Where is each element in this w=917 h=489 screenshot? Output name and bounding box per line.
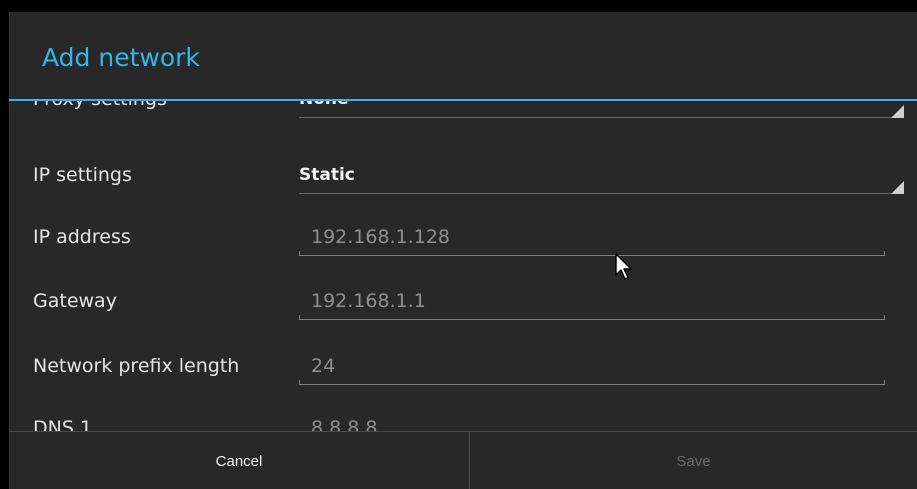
ip-settings-spinner[interactable]: Static bbox=[299, 164, 904, 194]
settings-scroll-area[interactable]: Proxy settings None IP settings Static I bbox=[9, 101, 917, 431]
dns-1-field[interactable]: 8.8.8.8 bbox=[299, 417, 885, 431]
ip-address-value: 192.168.1.128 bbox=[311, 226, 451, 248]
add-network-dialog: Add network Proxy settings None IP setti… bbox=[9, 12, 917, 489]
field-underline bbox=[299, 384, 885, 385]
proxy-settings-spinner[interactable]: None bbox=[299, 101, 904, 118]
spinner-corner-arrow-icon bbox=[891, 105, 904, 118]
gateway-value: 192.168.1.1 bbox=[311, 290, 426, 312]
field-underline-tick bbox=[884, 315, 885, 320]
field-underline-tick bbox=[884, 251, 885, 256]
spinner-underline bbox=[299, 117, 904, 118]
ip-address-field[interactable]: 192.168.1.128 bbox=[299, 226, 885, 256]
field-underline-tick bbox=[299, 315, 300, 320]
field-underline bbox=[299, 319, 885, 320]
proxy-settings-value: None bbox=[299, 101, 349, 110]
ip-address-label: IP address bbox=[33, 226, 131, 248]
dialog-button-bar: Cancel Save bbox=[9, 431, 917, 489]
dialog-title: Add network bbox=[42, 43, 200, 72]
cancel-button[interactable]: Cancel bbox=[9, 432, 469, 489]
row-network-prefix-length: Network prefix length 24 bbox=[9, 355, 917, 405]
proxy-settings-label: Proxy settings bbox=[33, 101, 167, 110]
mouse-pointer-icon bbox=[615, 253, 632, 280]
dns-1-value: 8.8.8.8 bbox=[311, 417, 378, 431]
field-underline-tick bbox=[884, 380, 885, 385]
row-ip-settings: IP settings Static bbox=[9, 164, 917, 214]
screen: Add network Proxy settings None IP setti… bbox=[0, 0, 917, 489]
network-prefix-length-value: 24 bbox=[311, 355, 336, 377]
field-underline bbox=[299, 255, 885, 256]
gateway-label: Gateway bbox=[33, 290, 117, 312]
row-ip-address: IP address 192.168.1.128 bbox=[9, 226, 917, 276]
row-gateway: Gateway 192.168.1.1 bbox=[9, 290, 917, 340]
ip-settings-label: IP settings bbox=[33, 164, 132, 186]
row-dns-1: DNS 1 8.8.8.8 bbox=[9, 417, 917, 431]
title-divider bbox=[9, 99, 917, 101]
save-button[interactable]: Save bbox=[470, 432, 917, 489]
spinner-underline bbox=[299, 193, 904, 194]
network-prefix-length-label: Network prefix length bbox=[33, 355, 240, 377]
spinner-corner-arrow-icon bbox=[891, 181, 904, 194]
network-prefix-length-field[interactable]: 24 bbox=[299, 355, 885, 385]
field-underline-tick bbox=[299, 380, 300, 385]
dns-1-label: DNS 1 bbox=[33, 417, 93, 431]
row-proxy-settings: Proxy settings None bbox=[9, 101, 917, 138]
gateway-field[interactable]: 192.168.1.1 bbox=[299, 290, 885, 320]
ip-settings-value: Static bbox=[299, 165, 355, 185]
field-underline-tick bbox=[299, 251, 300, 256]
